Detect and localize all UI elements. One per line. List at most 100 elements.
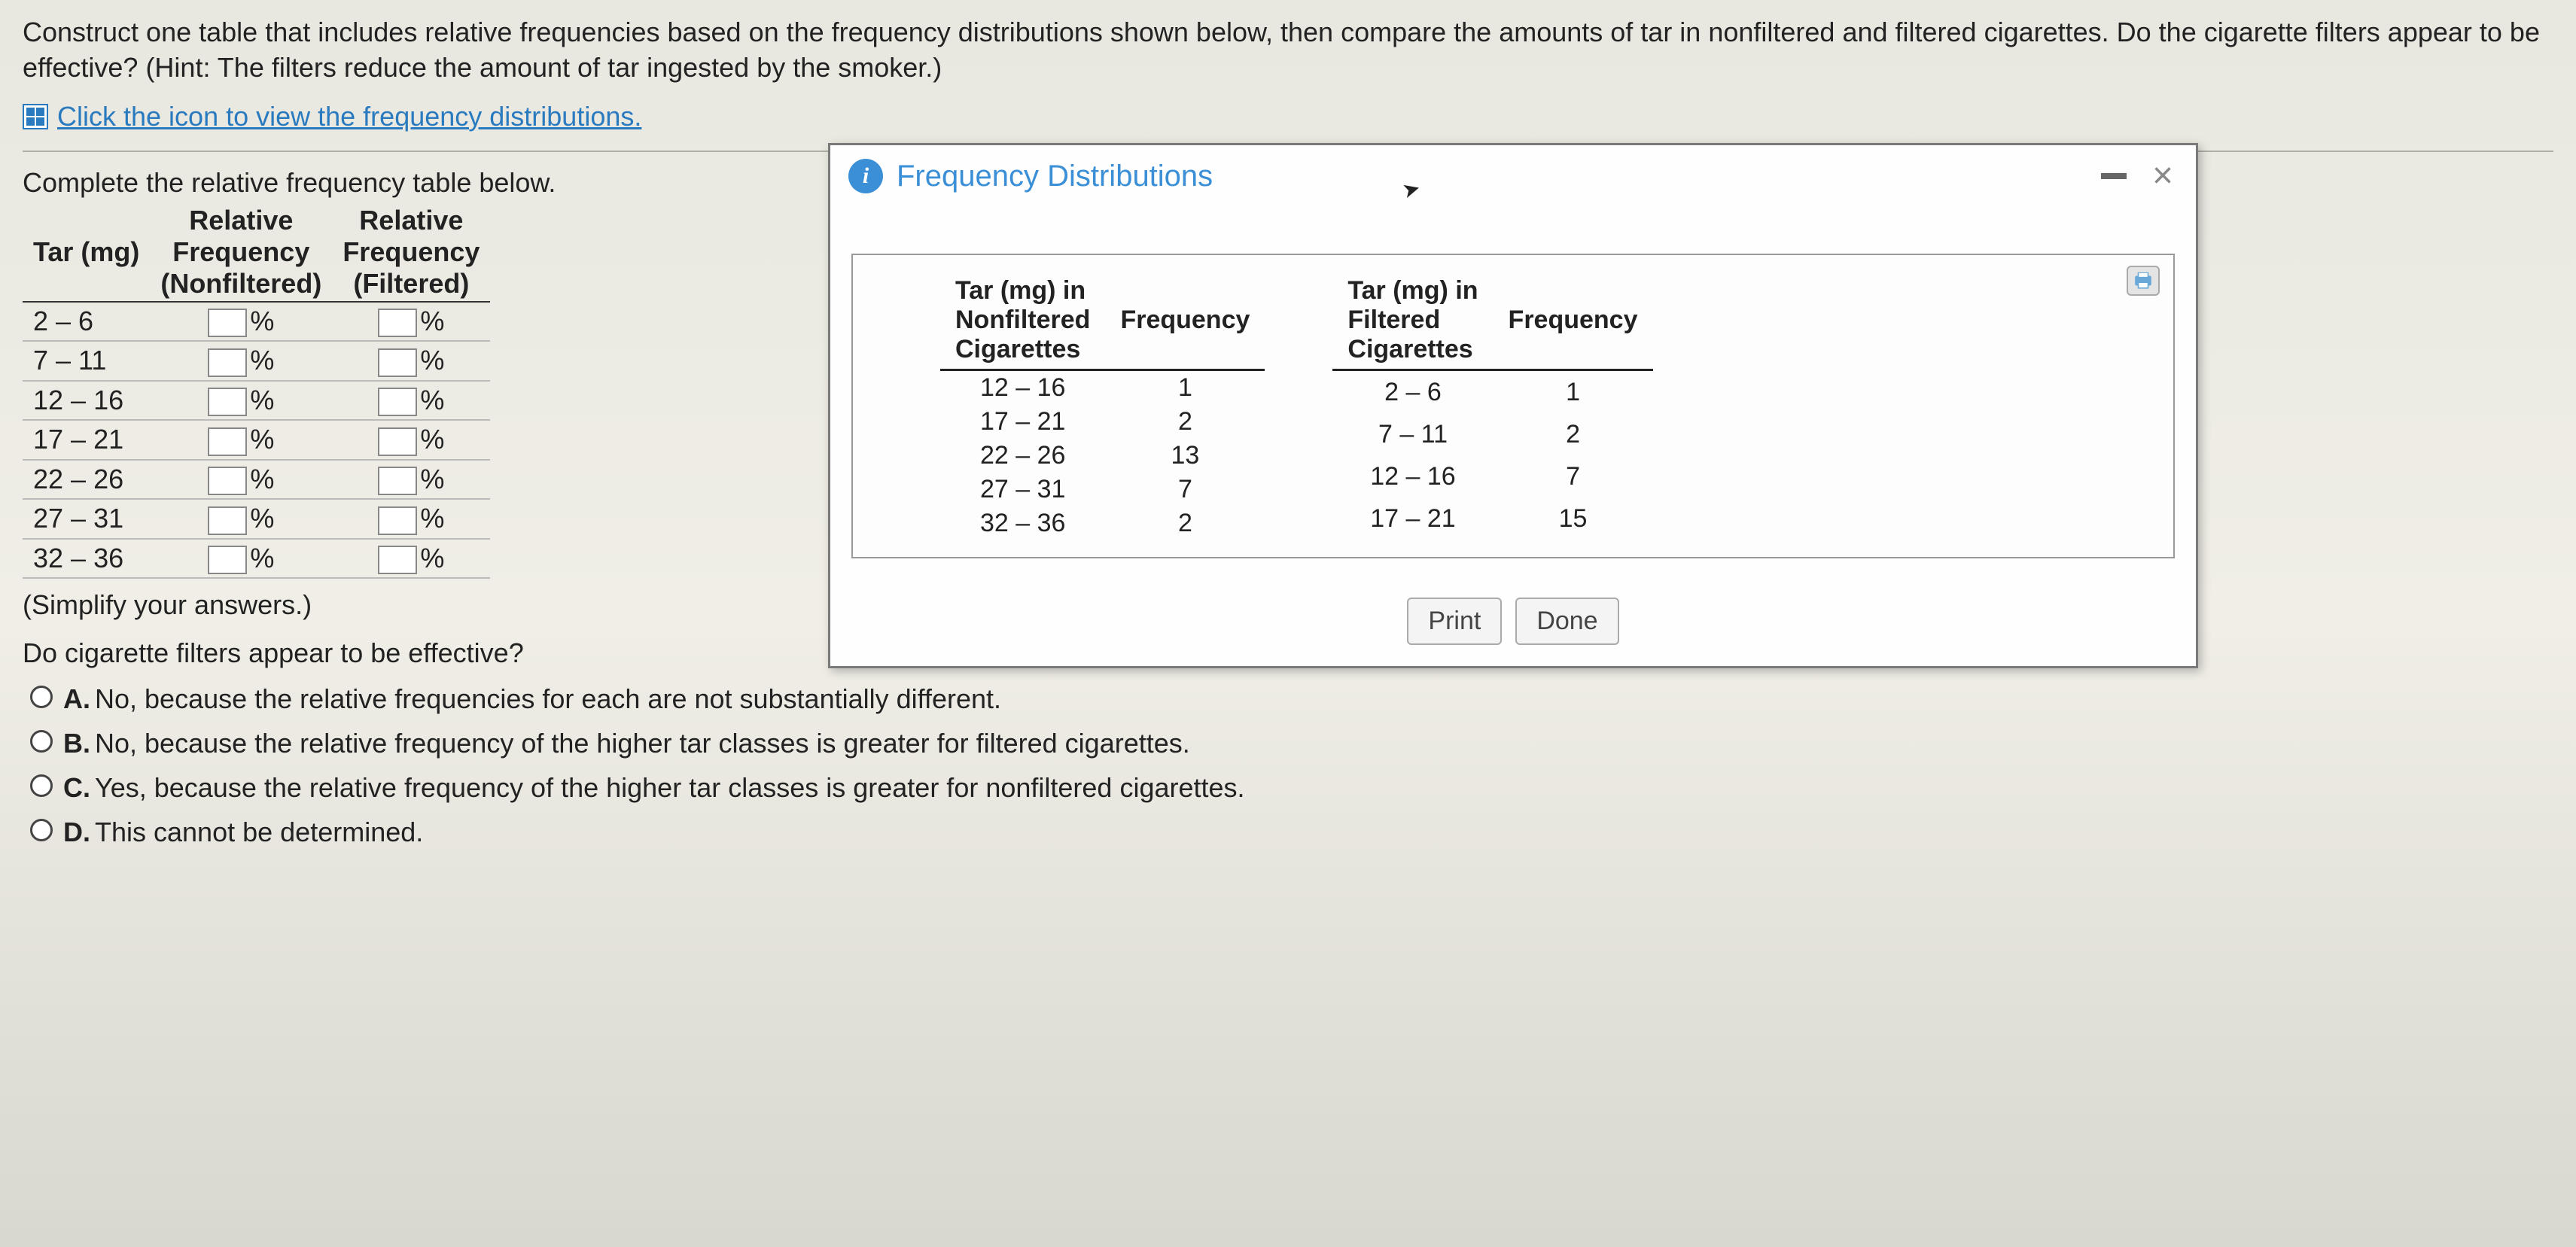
filtered-cell: %	[332, 460, 490, 499]
percent-unit: %	[250, 464, 274, 494]
filtered-freq-header: Frequency	[1494, 275, 1653, 370]
option-b[interactable]: B.No, because the relative frequency of …	[30, 727, 2553, 759]
nonfiltered-input[interactable]	[208, 309, 247, 337]
nonfiltered-cell: %	[150, 341, 332, 380]
percent-unit: %	[420, 503, 444, 534]
tar-range: 27 – 31	[23, 499, 150, 538]
filtered-cell: %	[332, 499, 490, 538]
tar-range: 2 – 6	[23, 302, 150, 341]
tar-range: 32 – 36	[940, 506, 1105, 540]
percent-unit: %	[250, 424, 274, 455]
percent-unit: %	[420, 543, 444, 573]
filtered-input[interactable]	[378, 546, 417, 574]
nonfiltered-input[interactable]	[208, 467, 247, 495]
nonfiltered-cell: %	[150, 460, 332, 499]
tar-range: 27 – 31	[940, 473, 1105, 506]
frequency-value: 2	[1105, 506, 1265, 540]
nonfiltered-cell: %	[150, 381, 332, 420]
filtered-input[interactable]	[378, 467, 417, 495]
print-toggle-icon[interactable]	[2127, 266, 2160, 296]
table-row: 17 – 21%%	[23, 420, 490, 459]
filtered-input[interactable]	[378, 309, 417, 337]
option-text: A.No, because the relative frequencies f…	[63, 683, 1001, 715]
nonfiltered-input[interactable]	[208, 388, 247, 416]
option-text: C.Yes, because the relative frequency of…	[63, 772, 1245, 804]
table-row: 12 – 16%%	[23, 381, 490, 420]
nonfiltered-input[interactable]	[208, 427, 247, 456]
nonfiltered-input[interactable]	[208, 348, 247, 377]
table-row: 32 – 36%%	[23, 539, 490, 578]
close-icon[interactable]: ×	[2152, 166, 2173, 187]
table-row: 17 – 2115	[1332, 498, 1652, 540]
table-row: 2 – 6%%	[23, 302, 490, 341]
table-row: 32 – 362	[940, 506, 1265, 540]
table-row: 7 – 11%%	[23, 341, 490, 380]
minimize-icon[interactable]	[2101, 173, 2127, 179]
info-icon: i	[848, 159, 883, 193]
filtered-input[interactable]	[378, 348, 417, 377]
filtered-input[interactable]	[378, 388, 417, 416]
tar-range: 22 – 26	[940, 439, 1105, 473]
nonfiltered-cell: %	[150, 302, 332, 341]
radio-c[interactable]	[30, 774, 53, 797]
col-header-tar: Tar (mg)	[23, 203, 150, 302]
tar-range: 17 – 21	[23, 420, 150, 459]
table-row: 17 – 212	[940, 405, 1265, 439]
nonfiltered-input[interactable]	[208, 506, 247, 535]
percent-unit: %	[420, 345, 444, 376]
frequency-value: 2	[1105, 405, 1265, 439]
tar-range: 17 – 21	[940, 405, 1105, 439]
view-distributions-link[interactable]: Click the icon to view the frequency dis…	[57, 101, 641, 132]
option-d[interactable]: D.This cannot be determined.	[30, 816, 2553, 848]
tar-range: 12 – 16	[1332, 456, 1493, 498]
table-row: 22 – 2613	[940, 439, 1265, 473]
filtered-frequency-table: Tar (mg) in Filtered Cigarettes Frequenc…	[1332, 275, 1652, 540]
filtered-cell: %	[332, 341, 490, 380]
percent-unit: %	[250, 503, 274, 534]
filtered-input[interactable]	[378, 427, 417, 456]
nonfiltered-cell: %	[150, 420, 332, 459]
col-header-filtered: Relative Frequency (Filtered)	[332, 203, 490, 302]
option-text: B.No, because the relative frequency of …	[63, 728, 1190, 759]
table-row: 22 – 26%%	[23, 460, 490, 499]
nonfiltered-cell: %	[150, 539, 332, 578]
table-row: 7 – 112	[1332, 414, 1652, 456]
radio-d[interactable]	[30, 819, 53, 841]
option-a[interactable]: A.No, because the relative frequencies f…	[30, 683, 2553, 715]
frequency-value: 2	[1494, 414, 1653, 456]
percent-unit: %	[250, 345, 274, 376]
option-text: D.This cannot be determined.	[63, 817, 423, 848]
tar-range: 2 – 6	[1332, 370, 1493, 414]
popup-title: Frequency Distributions	[897, 160, 2087, 193]
filtered-cell: %	[332, 302, 490, 341]
tar-range: 12 – 16	[940, 370, 1105, 406]
filtered-cell: %	[332, 539, 490, 578]
tar-range: 12 – 16	[23, 381, 150, 420]
nonfiltered-freq-header: Frequency	[1105, 275, 1265, 370]
frequency-table-icon[interactable]	[23, 104, 48, 129]
frequency-value: 15	[1494, 498, 1653, 540]
percent-unit: %	[420, 424, 444, 455]
frequency-value: 1	[1494, 370, 1653, 414]
percent-unit: %	[420, 385, 444, 415]
radio-b[interactable]	[30, 730, 53, 753]
table-row: 12 – 167	[1332, 456, 1652, 498]
filtered-input[interactable]	[378, 506, 417, 535]
tar-range: 32 – 36	[23, 539, 150, 578]
table-row: 12 – 161	[940, 370, 1265, 406]
table-row: 2 – 61	[1332, 370, 1652, 414]
relative-frequency-table: Tar (mg) Relative Frequency (Nonfiltered…	[23, 203, 490, 579]
print-button[interactable]: Print	[1407, 598, 1502, 645]
radio-a[interactable]	[30, 686, 53, 708]
option-c[interactable]: C.Yes, because the relative frequency of…	[30, 771, 2553, 804]
filtered-tar-header: Tar (mg) in Filtered Cigarettes	[1332, 275, 1493, 370]
frequency-value: 7	[1494, 456, 1653, 498]
nonfiltered-cell: %	[150, 499, 332, 538]
filtered-cell: %	[332, 420, 490, 459]
tar-range: 7 – 11	[1332, 414, 1493, 456]
tar-range: 17 – 21	[1332, 498, 1493, 540]
nonfiltered-input[interactable]	[208, 546, 247, 574]
nonfiltered-frequency-table: Tar (mg) in Nonfiltered Cigarettes Frequ…	[940, 275, 1265, 540]
done-button[interactable]: Done	[1515, 598, 1618, 645]
filtered-cell: %	[332, 381, 490, 420]
